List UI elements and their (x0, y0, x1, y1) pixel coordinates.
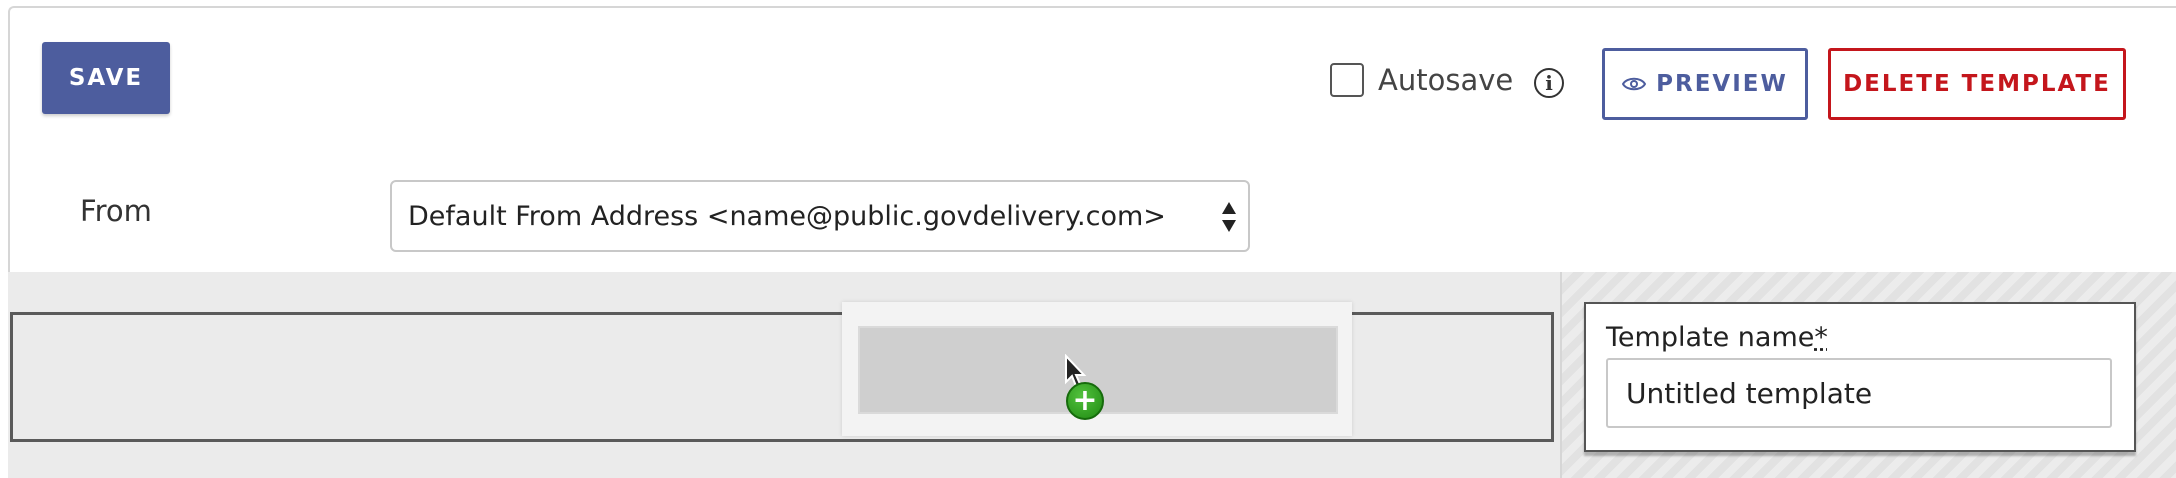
preview-button[interactable]: PREVIEW (1602, 48, 1808, 120)
template-name-input[interactable] (1606, 358, 2112, 428)
autosave-checkbox[interactable] (1330, 63, 1364, 97)
save-button[interactable]: SAVE (42, 42, 170, 114)
template-name-card: Template name* (1584, 302, 2136, 452)
info-icon[interactable]: i (1534, 68, 1564, 98)
from-label: From (80, 194, 152, 228)
autosave-label: Autosave (1378, 63, 1514, 97)
required-marker: * (1814, 322, 1828, 353)
from-address-select[interactable]: Default From Address <name@public.govdel… (390, 180, 1250, 252)
autosave-toggle[interactable]: Autosave (1330, 62, 1513, 98)
template-name-label: Template name* (1606, 322, 1828, 353)
preview-label: PREVIEW (1656, 71, 1788, 97)
select-arrows-icon (1222, 202, 1236, 232)
from-address-value: Default From Address <name@public.govdel… (408, 200, 1166, 232)
delete-template-button[interactable]: DELETE TEMPLATE (1828, 48, 2126, 120)
plus-icon: + (1066, 382, 1104, 420)
eye-icon (1622, 77, 1647, 91)
